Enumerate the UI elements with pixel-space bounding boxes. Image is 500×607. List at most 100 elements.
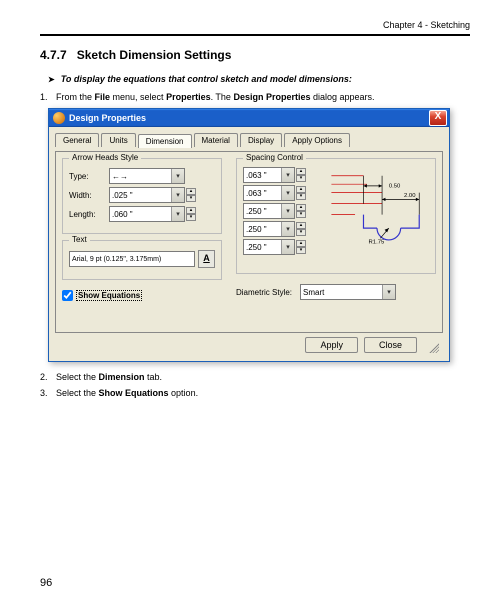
v: .063 " bbox=[246, 189, 267, 198]
t: . The bbox=[211, 92, 234, 102]
chevron-down-icon[interactable] bbox=[281, 186, 294, 200]
tab-dimension[interactable]: Dimension bbox=[138, 134, 192, 148]
tab-strip: General Units Dimension Material Display… bbox=[55, 133, 443, 147]
t: Show Equations bbox=[99, 388, 169, 398]
spacing-spinner[interactable]: ▴▾ bbox=[296, 240, 306, 254]
step-text: From the File menu, select Properties. T… bbox=[56, 92, 375, 102]
section-title: 4.7.7 Sketch Dimension Settings bbox=[40, 48, 470, 62]
radius-value: R1.75 bbox=[369, 239, 385, 245]
chapter-header: Chapter 4 - Sketching bbox=[40, 20, 470, 30]
t: Design Properties bbox=[233, 92, 310, 102]
step-2: 2. Select the Dimension tab. bbox=[40, 372, 470, 382]
dialog-title: Design Properties bbox=[69, 113, 146, 123]
t: menu, select bbox=[110, 92, 166, 102]
v: .025 " bbox=[112, 191, 133, 200]
font-button[interactable]: A bbox=[198, 250, 215, 268]
chevron-down-icon[interactable] bbox=[382, 285, 395, 299]
diametric-row: Diametric Style: Smart bbox=[236, 284, 436, 300]
chevron-down-icon[interactable] bbox=[281, 204, 294, 218]
tab-apply-options[interactable]: Apply Options bbox=[284, 133, 350, 147]
chevron-down-icon[interactable] bbox=[171, 207, 184, 221]
t: Properties bbox=[166, 92, 211, 102]
v: Smart bbox=[303, 288, 324, 297]
t: tab. bbox=[145, 372, 163, 382]
chevron-down-icon[interactable] bbox=[281, 168, 294, 182]
arrow-type-combo[interactable]: ←→ bbox=[109, 168, 185, 184]
show-equations-row: Show Equations bbox=[62, 290, 222, 301]
arrow-heads-group: Arrow Heads Style Type: ←→ Width: .025 "… bbox=[62, 158, 222, 234]
v: ←→ bbox=[112, 172, 128, 181]
chevron-down-icon[interactable] bbox=[281, 222, 294, 236]
tab-material[interactable]: Material bbox=[194, 133, 238, 147]
design-properties-dialog: Design Properties X General Units Dimens… bbox=[48, 108, 450, 362]
step-text: Select the Dimension tab. bbox=[56, 372, 162, 382]
dimension-preview: 0.50 2.00 R1.75 bbox=[323, 169, 431, 245]
diametric-style-combo[interactable]: Smart bbox=[300, 284, 396, 300]
v: .060 " bbox=[112, 210, 133, 219]
dim-value: 2.00 bbox=[404, 193, 416, 199]
tab-units[interactable]: Units bbox=[101, 133, 135, 147]
chevron-down-icon[interactable] bbox=[171, 188, 184, 202]
tab-display[interactable]: Display bbox=[240, 133, 282, 147]
spacing-spinner[interactable]: ▴▾ bbox=[296, 168, 306, 182]
t: Select the bbox=[56, 388, 99, 398]
spacing-spinner[interactable]: ▴▾ bbox=[296, 204, 306, 218]
t: option. bbox=[169, 388, 199, 398]
v: .250 " bbox=[246, 243, 267, 252]
section-number: 4.7.7 bbox=[40, 48, 67, 62]
step-number: 3. bbox=[40, 388, 56, 398]
close-button[interactable]: X bbox=[429, 110, 447, 126]
t: Select the bbox=[56, 372, 99, 382]
type-label: Type: bbox=[69, 172, 109, 181]
length-label: Length: bbox=[69, 210, 109, 219]
apply-button[interactable]: Apply bbox=[305, 337, 358, 353]
dimension-panel: Arrow Heads Style Type: ←→ Width: .025 "… bbox=[55, 151, 443, 333]
spacing-combo-2[interactable]: .063 " bbox=[243, 185, 295, 201]
dim-value: 0.50 bbox=[389, 184, 401, 190]
spacing-combo-4[interactable]: .250 " bbox=[243, 221, 295, 237]
spacing-combo-3[interactable]: .250 " bbox=[243, 203, 295, 219]
show-equations-label[interactable]: Show Equations bbox=[76, 290, 142, 301]
chevron-down-icon[interactable] bbox=[171, 169, 184, 183]
header-rule bbox=[40, 34, 470, 36]
instruction-prompt: To display the equations that control sk… bbox=[48, 74, 470, 84]
step-1: 1. From the File menu, select Properties… bbox=[40, 92, 470, 102]
width-spinner[interactable]: ▴▾ bbox=[186, 188, 196, 202]
close-dialog-button[interactable]: Close bbox=[364, 337, 417, 353]
step-number: 2. bbox=[40, 372, 56, 382]
app-icon bbox=[53, 112, 65, 124]
dialog-button-bar: Apply Close bbox=[55, 333, 443, 355]
spacing-spinner[interactable]: ▴▾ bbox=[296, 186, 306, 200]
step-number: 1. bbox=[40, 92, 56, 102]
step-text: Select the Show Equations option. bbox=[56, 388, 198, 398]
spacing-control-group: Spacing Control .063 "▴▾ .063 "▴▾ .250 "… bbox=[236, 158, 436, 274]
v: .250 " bbox=[246, 207, 267, 216]
t: From the bbox=[56, 92, 95, 102]
font-display: Arial, 9 pt (0.125", 3.175mm) bbox=[69, 251, 195, 267]
group-label: Text bbox=[69, 235, 90, 244]
chevron-down-icon[interactable] bbox=[281, 240, 294, 254]
section-heading: Sketch Dimension Settings bbox=[77, 48, 232, 62]
diametric-label: Diametric Style: bbox=[236, 288, 292, 297]
length-spinner[interactable]: ▴▾ bbox=[186, 207, 196, 221]
width-label: Width: bbox=[69, 191, 109, 200]
show-equations-checkbox[interactable] bbox=[62, 290, 73, 301]
t: File bbox=[95, 92, 111, 102]
spacing-combo-5[interactable]: .250 " bbox=[243, 239, 295, 255]
resize-grip-icon[interactable] bbox=[427, 341, 439, 353]
v: .250 " bbox=[246, 225, 267, 234]
tab-general[interactable]: General bbox=[55, 133, 99, 147]
arrow-width-combo[interactable]: .025 " bbox=[109, 187, 185, 203]
text-group: Text Arial, 9 pt (0.125", 3.175mm) A bbox=[62, 240, 222, 280]
page-number: 96 bbox=[40, 577, 52, 589]
group-label: Spacing Control bbox=[243, 153, 306, 162]
step-3: 3. Select the Show Equations option. bbox=[40, 388, 470, 398]
spacing-combo-1[interactable]: .063 " bbox=[243, 167, 295, 183]
spacing-spinner[interactable]: ▴▾ bbox=[296, 222, 306, 236]
group-label: Arrow Heads Style bbox=[69, 153, 141, 162]
v: .063 " bbox=[246, 171, 267, 180]
arrow-length-combo[interactable]: .060 " bbox=[109, 206, 185, 222]
t: Dimension bbox=[99, 372, 145, 382]
titlebar[interactable]: Design Properties X bbox=[49, 109, 449, 127]
t: dialog appears. bbox=[310, 92, 374, 102]
